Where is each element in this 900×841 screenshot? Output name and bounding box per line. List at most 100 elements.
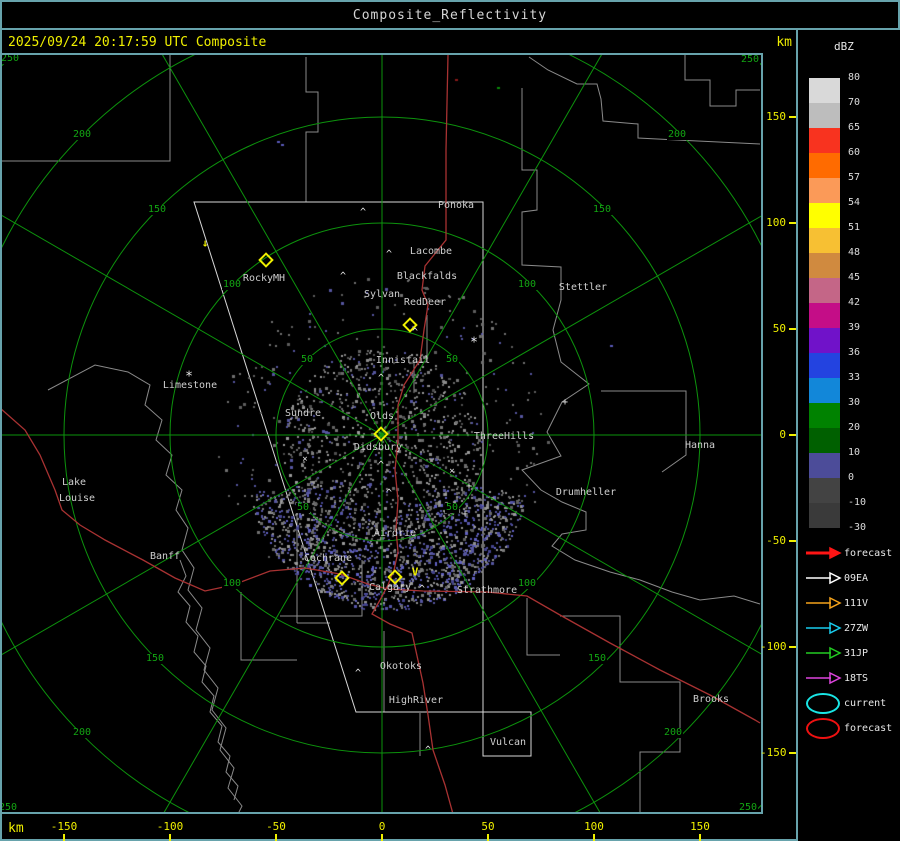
town-marker-icon: ^ (354, 668, 362, 679)
y-axis-tick (789, 328, 796, 330)
y-axis-tick-label: -150 (760, 746, 787, 759)
city-label-lacombe: Lacombe (409, 246, 453, 257)
dbz-scale-label: 42 (848, 297, 861, 308)
dbz-scale-label: 54 (848, 197, 861, 208)
dbz-scale-label: 10 (848, 447, 861, 458)
city-label-banff: Banff (149, 551, 181, 562)
x-axis-tick (381, 834, 383, 841)
dbz-scale-label: 60 (848, 147, 861, 158)
town-marker-icon: * (470, 335, 478, 351)
city-label-hanna: Hanna (684, 440, 716, 451)
town-marker-icon: + (561, 397, 569, 408)
legend-item: forecast (804, 542, 892, 564)
city-label-sylvan: Sylvan (363, 289, 401, 300)
city-label-olds: Olds (369, 411, 395, 422)
town-marker-icon: ^ (377, 373, 385, 384)
town-marker-icon: + (461, 509, 469, 520)
town-marker-icon: * (185, 369, 193, 385)
city-label-drumheller: Drumheller (555, 487, 617, 498)
city-label-strathmore: Strathmore (456, 585, 518, 596)
y-axis-tick (789, 646, 796, 648)
azimuth-spoke (381, 434, 761, 655)
dbz-scale-label: 36 (848, 347, 861, 358)
cell-marker-icon: × (302, 454, 308, 465)
x-axis-tick (593, 834, 595, 841)
dbz-scale-label: 65 (848, 122, 861, 133)
city-label-louise: Louise (58, 493, 96, 504)
range-ring-label: 50 (295, 502, 311, 513)
legend-arrow-icon (804, 546, 844, 560)
y-axis-tick-label: 100 (766, 216, 786, 229)
cell-marker-icon: × (449, 466, 455, 477)
legend-item-label: forecast (844, 722, 893, 734)
city-label-highriver: HighRiver (388, 695, 444, 706)
dbz-color-block (809, 228, 840, 253)
city-label-threehills: ThreeHills (473, 431, 535, 442)
city-label-calgary: Calgary (368, 582, 412, 593)
timestamp-product-label: 2025/09/24 20:17:59 UTC Composite (8, 35, 267, 50)
y-axis-unit-label: km (776, 35, 792, 50)
radar-application-window: Composite_Reflectivity 2025/09/24 20:17:… (0, 0, 900, 841)
dbz-color-block (809, 278, 840, 303)
dbz-color-block (809, 203, 840, 228)
dbz-scale-label: 70 (848, 97, 861, 108)
legend-item-label: forecast (844, 547, 893, 559)
legend-item-label: 31JP (844, 647, 869, 659)
town-marker-icon: ^ (424, 745, 432, 756)
city-label-rockymh: RockyMH (242, 273, 286, 284)
dbz-scale-label: 51 (848, 222, 861, 233)
range-ring-label: 250 (737, 802, 759, 813)
dbz-color-block (809, 328, 840, 353)
x-axis-tick-label: -50 (266, 820, 286, 833)
y-axis-tick-label: 50 (772, 322, 786, 335)
dbz-color-block (809, 453, 840, 478)
storm-vector-icon: V (411, 565, 419, 579)
legend-item: current (804, 692, 886, 714)
legend-ellipse-icon (804, 692, 844, 714)
town-marker-icon: ^ (411, 327, 419, 338)
dbz-scale-label: 57 (848, 172, 861, 183)
window-title: Composite_Reflectivity (352, 7, 548, 23)
town-marker-icon: + (465, 481, 473, 492)
range-ring-label: 200 (71, 727, 93, 738)
y-axis-tick (789, 222, 796, 224)
town-marker-icon: ^ (339, 271, 347, 282)
dbz-scale-label: 39 (848, 322, 861, 333)
city-label-innisfail: Innisfail (375, 355, 431, 366)
y-axis-tick (789, 116, 796, 118)
y-axis-tick (789, 752, 796, 754)
dbz-color-block (809, 478, 840, 503)
x-axis: km -150 -100 -50 0 50 100 150 (0, 814, 797, 841)
city-label-ponoka: Ponoka (437, 200, 475, 211)
range-ring-label: 200 (662, 727, 684, 738)
radar-plot-area: 50 50 50 50 100 100 100 100 150 150 150 150 200 200 20… (0, 53, 763, 814)
range-ring-label: 250 (2, 803, 19, 812)
dbz-scale-label: 30 (848, 397, 861, 408)
city-label-stettler: Stettler (558, 282, 608, 293)
range-ring-label: 250 (739, 54, 761, 65)
legend-arrow-icon (804, 621, 844, 635)
x-axis-tick-label: 100 (584, 820, 604, 833)
town-marker-icon: ^ (385, 488, 393, 499)
titlebar-divider (0, 28, 900, 30)
dbz-color-block (809, 78, 840, 103)
range-ring-label: 150 (146, 204, 168, 215)
dbz-color-block (809, 403, 840, 428)
dbz-scale-label: -10 (848, 497, 867, 508)
azimuth-spoke (2, 215, 383, 436)
legend-ellipse-icon (804, 717, 844, 739)
dbz-color-block (809, 353, 840, 378)
city-label-reddeer: RedDeer (403, 297, 447, 308)
dbz-scale-label: 33 (848, 372, 861, 383)
y-axis-tick (789, 434, 796, 436)
dbz-color-block (809, 153, 840, 178)
dbz-scale-label: 0 (848, 472, 855, 483)
x-axis-tick-label: -150 (50, 820, 78, 833)
range-ring-label: 200 (71, 129, 93, 140)
range-ring-label: 250 (0, 53, 21, 64)
legend-item: 31JP (804, 642, 868, 664)
range-ring-label: 100 (516, 578, 538, 589)
dbz-color-block (809, 103, 840, 128)
dbz-color-block (809, 503, 840, 528)
town-marker-icon: ^ (359, 207, 367, 218)
